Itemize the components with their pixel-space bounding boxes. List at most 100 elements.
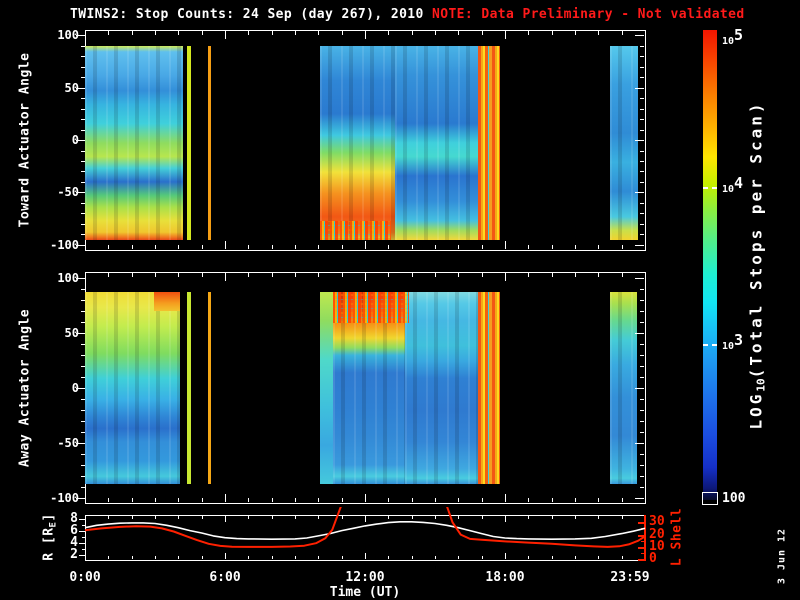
heatmap-block	[610, 46, 638, 240]
y-tick-label: -100	[39, 491, 79, 505]
y-tick	[640, 355, 644, 356]
plot-title: TWINS2: Stop Counts: 24 Sep (day 267), 2…	[70, 7, 424, 22]
colorbar-dash	[712, 344, 717, 346]
y-tick-label: 50	[39, 81, 79, 95]
x-tick	[295, 31, 296, 35]
x-tick	[458, 556, 459, 559]
y-tick	[81, 311, 85, 312]
y-tick	[635, 443, 644, 444]
x-tick	[365, 516, 366, 522]
x-tick	[552, 31, 553, 35]
x-tick	[575, 245, 576, 249]
lshell-tick	[638, 559, 645, 561]
x-tick	[248, 498, 249, 502]
y-tick	[81, 109, 85, 110]
x-tick	[225, 494, 226, 502]
y-tick	[81, 454, 85, 455]
y-tick	[81, 366, 85, 367]
y-tick-label: -50	[39, 185, 79, 199]
lshell-tick	[641, 553, 645, 554]
y-tick	[81, 46, 85, 47]
x-tick	[575, 516, 576, 519]
heatmap-block	[610, 292, 637, 484]
x-tick	[482, 273, 483, 277]
x-tick	[435, 273, 436, 277]
y-tick-label: -100	[39, 238, 79, 252]
x-tick	[575, 498, 576, 502]
y-tick-label: 50	[39, 326, 79, 340]
y-tick	[79, 519, 85, 520]
x-tick	[412, 498, 413, 502]
heatmap-block	[320, 292, 333, 484]
x-tick	[178, 31, 179, 35]
checker-noise-block	[333, 292, 409, 323]
x-tick	[552, 556, 553, 559]
y-tick	[640, 322, 644, 323]
x-tick	[108, 556, 109, 559]
x-tick	[248, 273, 249, 277]
x-tick	[435, 556, 436, 559]
y-tick	[640, 487, 644, 488]
y-tick	[640, 224, 644, 225]
x-tick	[365, 494, 366, 502]
colorbar-tick-label: 104	[722, 180, 743, 197]
x-tick	[155, 245, 156, 249]
x-tick-label: 6:00	[193, 570, 257, 585]
x-tick	[365, 31, 366, 39]
lshell-tick	[638, 522, 645, 524]
x-tick	[482, 245, 483, 249]
x-tick	[202, 498, 203, 502]
x-tick	[505, 273, 506, 281]
x-tick	[505, 553, 506, 559]
x-tick	[202, 273, 203, 277]
y-tick	[81, 410, 85, 411]
twins-spectrogram-figure: TWINS2: Stop Counts: 24 Sep (day 267), 2…	[0, 0, 800, 600]
y-tick	[640, 311, 644, 312]
x-tick	[505, 516, 506, 522]
lshell-tick	[641, 541, 645, 542]
y-tick	[82, 525, 85, 526]
x-tick-label: 18:00	[473, 570, 537, 585]
y-tick	[81, 399, 85, 400]
x-tick	[458, 273, 459, 277]
y-tick	[81, 377, 85, 378]
x-tick	[598, 273, 599, 277]
colorbar-tick-label: 105	[722, 32, 743, 49]
x-tick	[435, 31, 436, 35]
heatmap-block	[154, 292, 180, 311]
x-tick	[598, 245, 599, 249]
x-tick	[458, 31, 459, 35]
y-tick	[81, 213, 85, 214]
colorbar-title-prefix: LOG	[747, 392, 766, 430]
x-tick	[598, 498, 599, 502]
y-tick	[640, 213, 644, 214]
x-tick	[225, 516, 226, 522]
x-tick	[108, 273, 109, 277]
heatmap-block	[395, 46, 478, 240]
lshell-tick	[638, 535, 645, 537]
y-tick	[81, 300, 85, 301]
x-tick	[505, 494, 506, 502]
x-tick	[552, 245, 553, 249]
x-tick	[552, 498, 553, 502]
x-tick-label: 23:59	[598, 570, 662, 585]
y-tick	[81, 67, 85, 68]
heatmap-block	[85, 292, 180, 484]
y-tick	[640, 67, 644, 68]
preliminary-note: NOTE: Data Preliminary - Not validated	[432, 7, 745, 22]
x-tick	[202, 516, 203, 519]
y-tick	[82, 537, 85, 538]
y-tick	[81, 421, 85, 422]
y-tick	[640, 421, 644, 422]
colorbar-title-subscript: 10	[755, 378, 768, 391]
x-tick	[412, 273, 413, 277]
x-tick	[132, 516, 133, 519]
heatmap-block	[405, 292, 478, 484]
y-tick	[635, 35, 644, 36]
y-tick	[81, 130, 85, 131]
y-tick-label: 2	[40, 548, 78, 562]
x-tick	[132, 498, 133, 502]
x-tick	[575, 31, 576, 35]
y-tick	[81, 161, 85, 162]
x-tick	[178, 556, 179, 559]
